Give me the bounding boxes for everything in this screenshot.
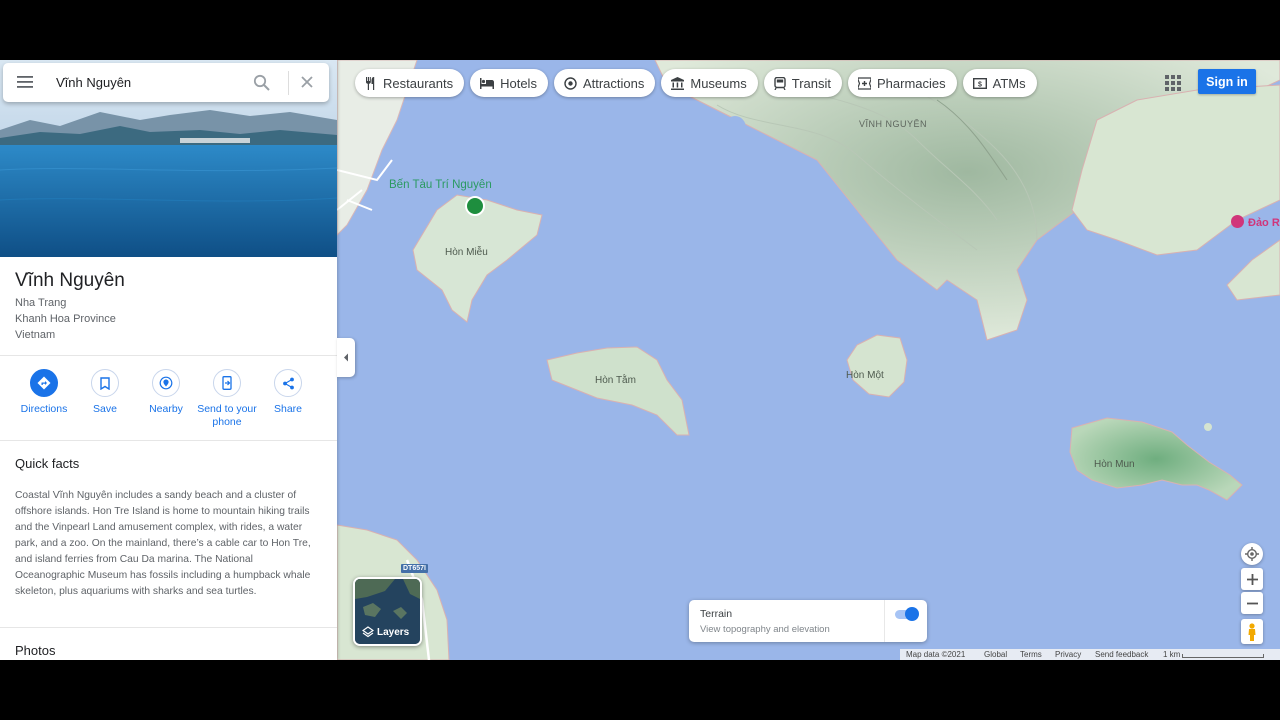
nearby-icon xyxy=(159,376,173,390)
my-location-icon xyxy=(1245,547,1259,561)
map-label-pier[interactable]: Bến Tàu Trí Nguyên xyxy=(389,179,492,191)
layers-icon xyxy=(362,626,374,638)
action-label: Save xyxy=(93,403,117,415)
action-label: Nearby xyxy=(149,403,183,415)
chip-label: Museums xyxy=(690,75,747,91)
nearby-button[interactable]: Nearby xyxy=(134,369,198,416)
chip-pharmacies[interactable]: Pharmacies xyxy=(847,69,957,97)
map-data-credit: Map data ©2021 xyxy=(906,650,966,659)
terms-link[interactable]: Terms xyxy=(1020,650,1042,659)
chip-label: ATMs xyxy=(992,75,1026,91)
action-label: Directions xyxy=(20,403,68,415)
chip-transit[interactable]: Transit xyxy=(763,69,842,97)
layers-button[interactable]: Layers xyxy=(353,577,422,646)
search-input[interactable]: Vĩnh Nguyên xyxy=(56,75,131,90)
apps-grid-icon[interactable] xyxy=(1163,73,1183,93)
directions-icon xyxy=(37,376,51,390)
divider xyxy=(0,627,337,628)
address-line: Vietnam xyxy=(15,329,56,341)
bed-icon xyxy=(480,77,495,89)
map-label-hon-mot: Hòn Một xyxy=(846,370,884,381)
chip-label: Transit xyxy=(791,75,831,91)
action-label: Send to your phone xyxy=(197,403,257,428)
plus-icon xyxy=(1246,573,1258,585)
action-label: Share xyxy=(273,403,303,415)
chip-atms[interactable]: $ ATMs xyxy=(962,69,1037,97)
chevron-left-icon xyxy=(344,353,348,362)
svg-text:$: $ xyxy=(978,81,982,88)
terrain-title: Terrain xyxy=(700,608,733,620)
divider xyxy=(0,440,337,441)
maps-app: VĨNH NGUYÊN Bến Tàu Trí Nguyên Hòn Miễu … xyxy=(0,60,1280,660)
museum-icon xyxy=(671,76,685,90)
pegman-icon xyxy=(1248,622,1256,641)
terrain-subtitle: View topography and elevation xyxy=(700,624,830,635)
search-divider xyxy=(288,71,289,95)
send-feedback-link[interactable]: Send feedback xyxy=(1095,650,1148,659)
ferry-pin-icon[interactable] xyxy=(465,196,485,216)
share-icon xyxy=(282,377,294,389)
scale-label[interactable]: 1 km xyxy=(1163,650,1180,659)
directions-button[interactable]: Directions xyxy=(12,369,76,416)
road-badge: DT657I xyxy=(401,564,428,573)
train-icon xyxy=(774,76,786,90)
hamburger-menu-icon[interactable] xyxy=(17,76,33,88)
quick-facts-title: Quick facts xyxy=(15,456,80,471)
chip-hotels[interactable]: Hotels xyxy=(470,69,548,97)
minus-icon xyxy=(1246,602,1258,604)
map-label-hon-mieu: Hòn Miễu xyxy=(445,247,488,258)
chip-label: Attractions xyxy=(582,75,645,91)
map-footer: Map data ©2021 Global Terms Privacy Send… xyxy=(900,649,1280,660)
search-box: Vĩnh Nguyên xyxy=(3,63,329,102)
search-icon[interactable] xyxy=(253,74,270,91)
zoom-in-button[interactable] xyxy=(1241,568,1263,590)
save-button[interactable]: Save xyxy=(73,369,137,416)
photos-title: Photos xyxy=(15,643,56,658)
chip-label: Restaurants xyxy=(383,75,454,91)
category-chips: Restaurants Hotels Attractions Museums T… xyxy=(355,69,1037,97)
map-label-hon-mun: Hòn Mun xyxy=(1094,459,1135,470)
sign-in-button[interactable]: Sign in xyxy=(1198,69,1256,94)
camera-icon xyxy=(564,76,577,90)
place-title: Vĩnh Nguyên xyxy=(15,270,125,291)
my-location-button[interactable] xyxy=(1241,543,1263,565)
map-canvas[interactable]: VĨNH NGUYÊN Bến Tàu Trí Nguyên Hòn Miễu … xyxy=(337,60,1280,660)
collapse-panel-button[interactable] xyxy=(337,338,355,377)
place-panel: Vĩnh Nguyên Vĩnh Nguyên Nha Trang Khanh … xyxy=(0,60,337,660)
share-button[interactable]: Share xyxy=(256,369,320,416)
terrain-card[interactable]: Terrain View topography and elevation xyxy=(689,600,927,642)
send-to-phone-icon xyxy=(222,376,232,390)
global-link[interactable]: Global xyxy=(984,650,1007,659)
scale-bar xyxy=(1182,654,1264,658)
bookmark-icon xyxy=(100,376,110,390)
map-label-vinh-nguyen: VĨNH NGUYÊN xyxy=(859,119,928,129)
address-line: Khanh Hoa Province xyxy=(15,313,116,325)
map-terrain-graphic xyxy=(337,60,1280,660)
map-label-poi[interactable]: Đảo R xyxy=(1248,217,1280,229)
layers-label: Layers xyxy=(377,627,410,638)
privacy-link[interactable]: Privacy xyxy=(1055,650,1081,659)
terrain-toggle-knob[interactable] xyxy=(905,607,919,621)
chip-attractions[interactable]: Attractions xyxy=(553,69,656,97)
atm-icon: $ xyxy=(972,77,987,89)
pharmacy-icon xyxy=(857,76,871,90)
chip-label: Hotels xyxy=(500,75,537,91)
close-icon[interactable] xyxy=(301,76,313,88)
attraction-pin-icon[interactable] xyxy=(1231,215,1244,228)
divider xyxy=(0,355,337,356)
divider xyxy=(884,600,885,642)
map-label-hon-tam: Hòn Tằm xyxy=(595,375,636,386)
fork-knife-icon xyxy=(366,76,375,90)
zoom-out-button[interactable] xyxy=(1241,592,1263,614)
send-to-phone-button[interactable]: Send to your phone xyxy=(195,369,259,429)
chip-label: Pharmacies xyxy=(876,75,946,91)
street-view-pegman[interactable] xyxy=(1241,619,1263,644)
chip-museums[interactable]: Museums xyxy=(661,69,758,97)
quick-facts-text: Coastal Vĩnh Nguyên includes a sandy bea… xyxy=(15,490,311,597)
chip-restaurants[interactable]: Restaurants xyxy=(355,69,465,97)
address-line: Nha Trang xyxy=(15,297,67,309)
